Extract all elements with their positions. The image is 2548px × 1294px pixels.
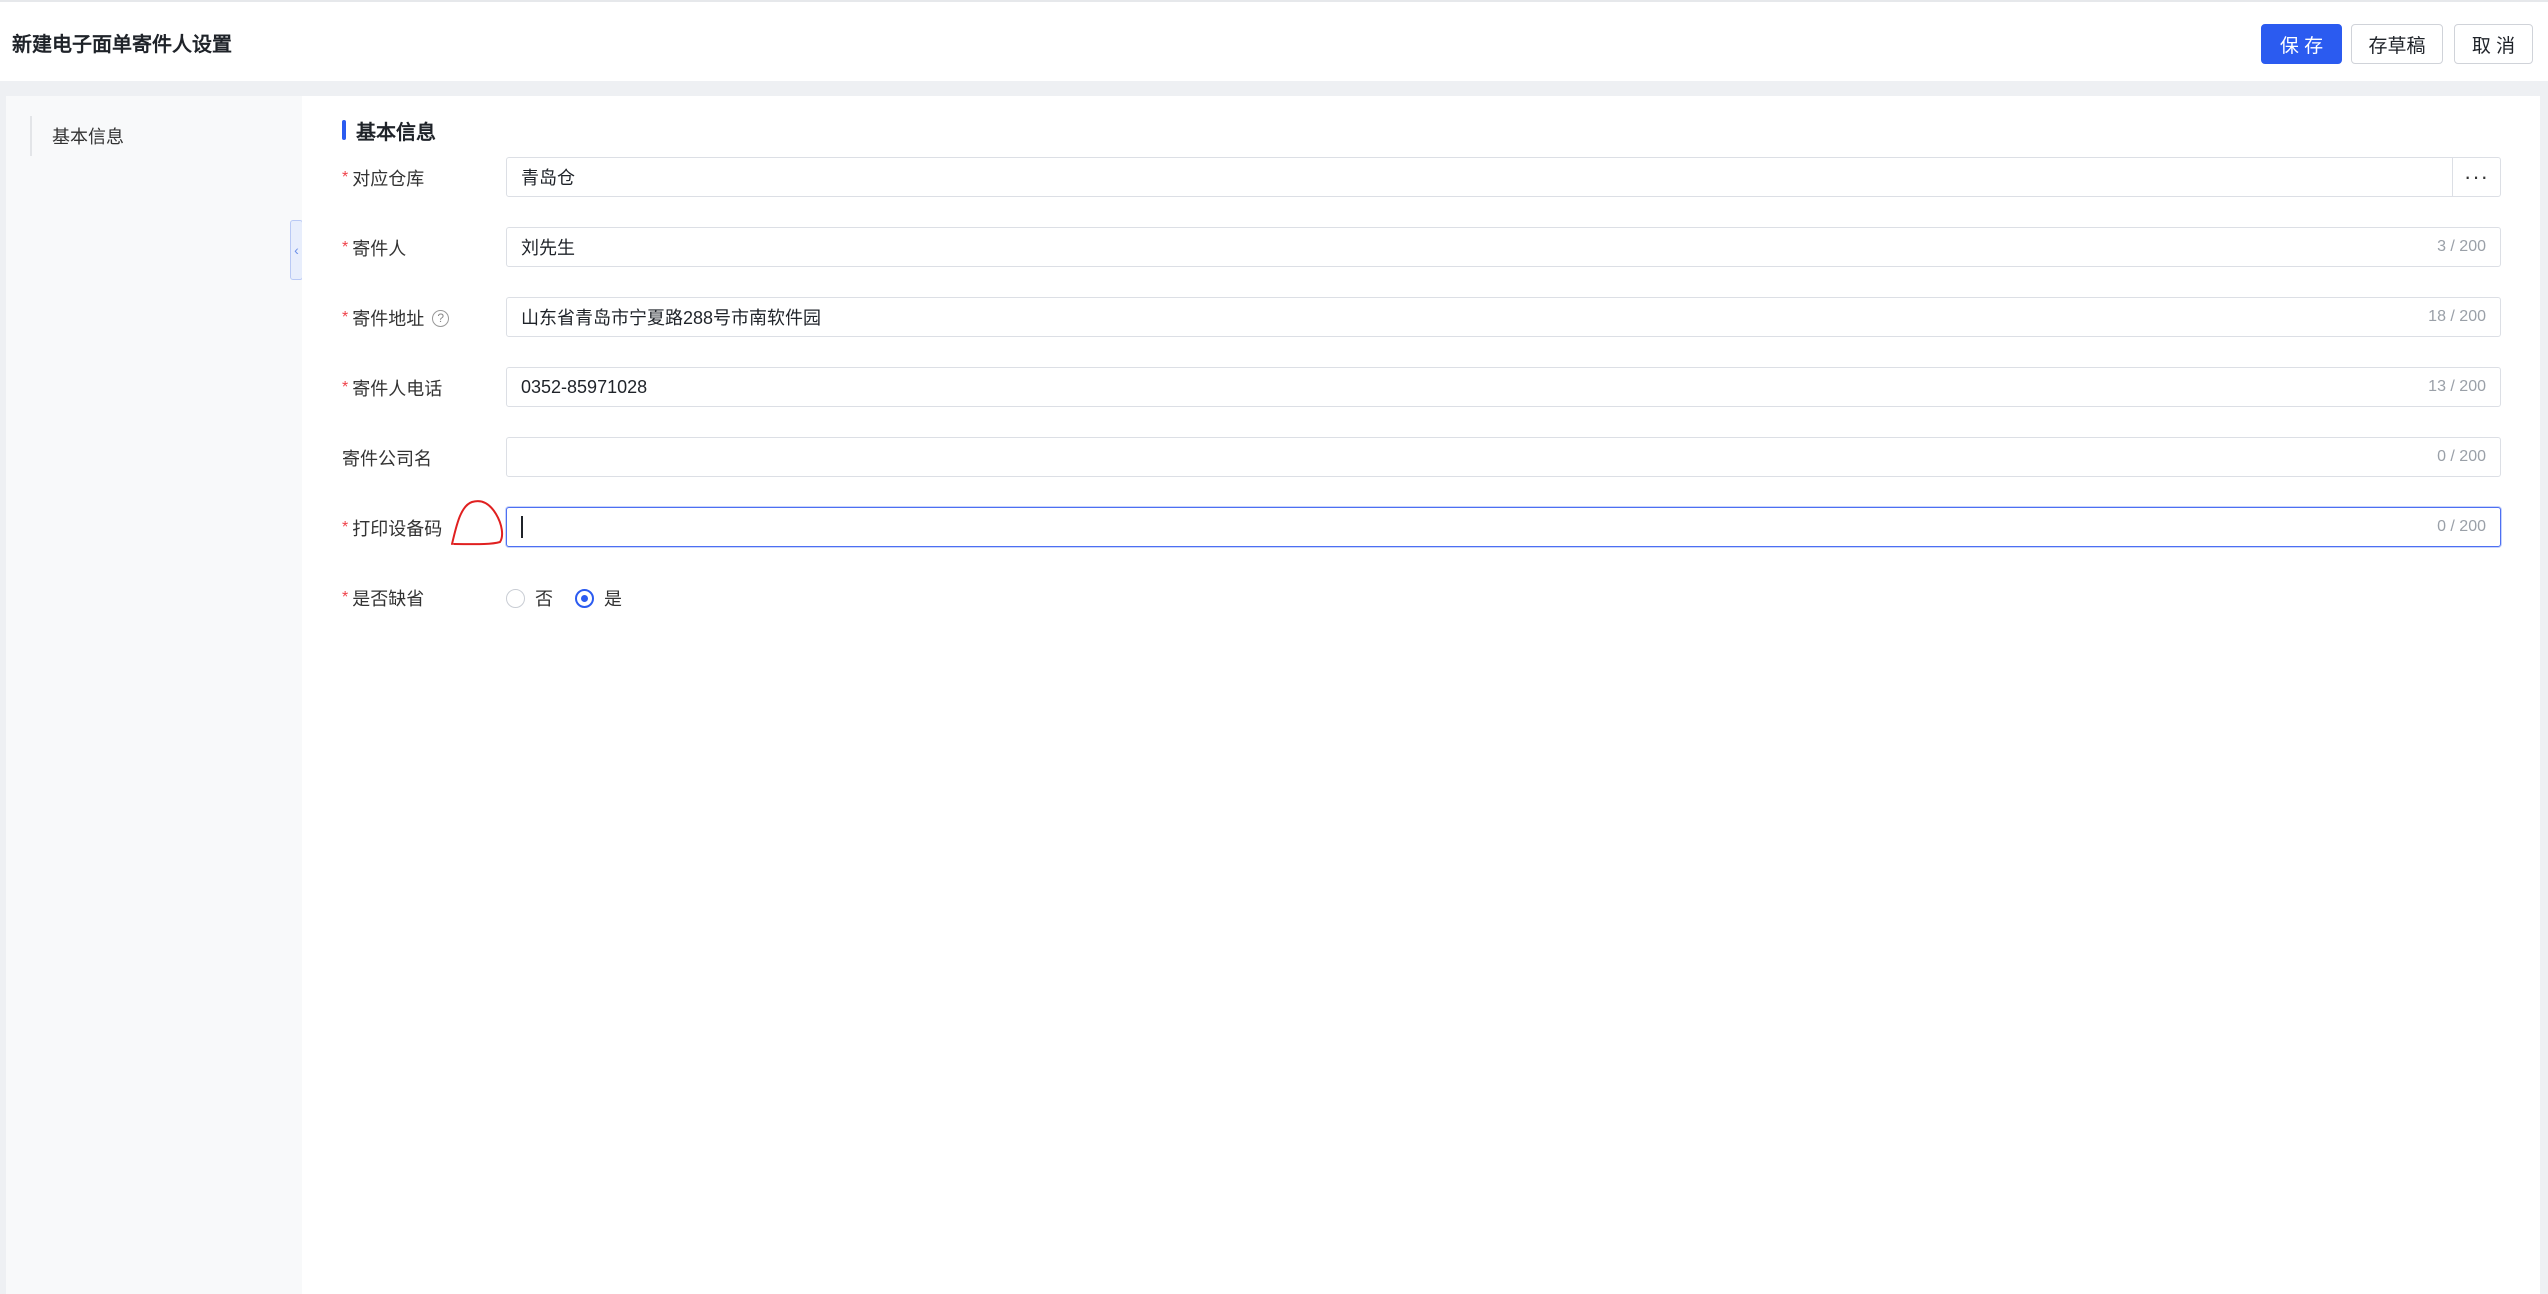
row-phone: * 寄件人电话 0352-85971028 13 / 200: [342, 367, 2512, 409]
label-text: 寄件公司名: [342, 449, 432, 469]
label-text: 寄件人电话: [352, 379, 443, 399]
section-title-text: 基本信息: [356, 121, 436, 144]
char-counter: 0 / 200: [2437, 448, 2486, 465]
row-device-code: * 打印设备码 0 / 200: [342, 507, 2512, 549]
warehouse-field[interactable]: 青岛仓 ···: [506, 157, 2501, 197]
save-draft-button[interactable]: 存草稿: [2351, 24, 2443, 64]
warehouse-value: 青岛仓: [521, 168, 575, 188]
radio-option-no[interactable]: 否: [506, 585, 553, 611]
device-code-input[interactable]: 0 / 200: [506, 507, 2501, 547]
sender-input[interactable]: 刘先生 3 / 200: [506, 227, 2501, 267]
required-mark: *: [342, 589, 349, 606]
label-text: 打印设备码: [352, 519, 443, 539]
required-mark: *: [342, 379, 349, 396]
char-counter: 3 / 200: [2437, 238, 2486, 255]
row-warehouse: * 对应仓库 青岛仓 ···: [342, 157, 2512, 199]
row-company: 寄件公司名 0 / 200: [342, 437, 2512, 479]
phone-value: 0352-85971028: [521, 376, 648, 397]
radio-label: 是: [604, 589, 622, 609]
label-text: 是否缺省: [352, 589, 425, 609]
row-is-default: * 是否缺省 否 是: [342, 577, 2512, 619]
radio-label: 否: [535, 589, 553, 609]
red-annotation-mark: [451, 500, 504, 546]
page-title: 新建电子面单寄件人设置: [12, 34, 232, 56]
section-accent-bar: [342, 120, 346, 140]
top-bar: 新建电子面单寄件人设置 保 存 存草稿 取 消: [0, 0, 2548, 81]
row-sender: * 寄件人 刘先生 3 / 200: [342, 227, 2512, 269]
radio-button-checked[interactable]: [575, 588, 594, 608]
required-mark: *: [342, 519, 349, 536]
label-is-default: * 是否缺省: [342, 577, 492, 619]
char-counter: 0 / 200: [2437, 518, 2486, 535]
label-text: 寄件人: [352, 239, 407, 259]
required-mark: *: [342, 239, 349, 256]
sidebar: 基本信息: [6, 96, 302, 1294]
required-mark: *: [342, 309, 349, 326]
form-panel: 基本信息 * 对应仓库 青岛仓 ··· * 寄件人 刘先生 3 / 200 * …: [302, 96, 2540, 1294]
label-warehouse: * 对应仓库: [342, 157, 492, 199]
required-mark: *: [342, 169, 349, 186]
help-icon[interactable]: ?: [432, 309, 450, 327]
company-input[interactable]: 0 / 200: [506, 437, 2501, 477]
sidebar-item-basic-info[interactable]: 基本信息: [30, 116, 280, 156]
row-address: * 寄件地址 ? 山东省青岛市宁夏路288号市南软件园 18 / 200: [342, 297, 2512, 339]
label-phone: * 寄件人电话: [342, 367, 492, 409]
section-title: 基本信息: [342, 116, 436, 144]
address-input[interactable]: 山东省青岛市宁夏路288号市南软件园 18 / 200: [506, 297, 2501, 337]
label-sender: * 寄件人: [342, 227, 492, 269]
radio-option-yes[interactable]: 是: [575, 585, 622, 611]
default-radio-group: 否 是: [506, 577, 644, 619]
save-button[interactable]: 保 存: [2261, 24, 2342, 64]
address-value: 山东省青岛市宁夏路288号市南软件园: [521, 308, 822, 328]
more-options-icon[interactable]: ···: [2452, 157, 2500, 197]
char-counter: 13 / 200: [2428, 378, 2486, 395]
label-company: 寄件公司名: [342, 437, 492, 479]
text-cursor: [521, 516, 523, 538]
radio-button[interactable]: [506, 588, 525, 608]
sender-value: 刘先生: [521, 238, 575, 258]
phone-input[interactable]: 0352-85971028 13 / 200: [506, 367, 2501, 407]
char-counter: 18 / 200: [2428, 308, 2486, 325]
cancel-button[interactable]: 取 消: [2454, 24, 2533, 64]
label-text: 寄件地址: [352, 309, 425, 329]
label-text: 对应仓库: [352, 169, 425, 189]
label-address: * 寄件地址 ?: [342, 297, 492, 339]
